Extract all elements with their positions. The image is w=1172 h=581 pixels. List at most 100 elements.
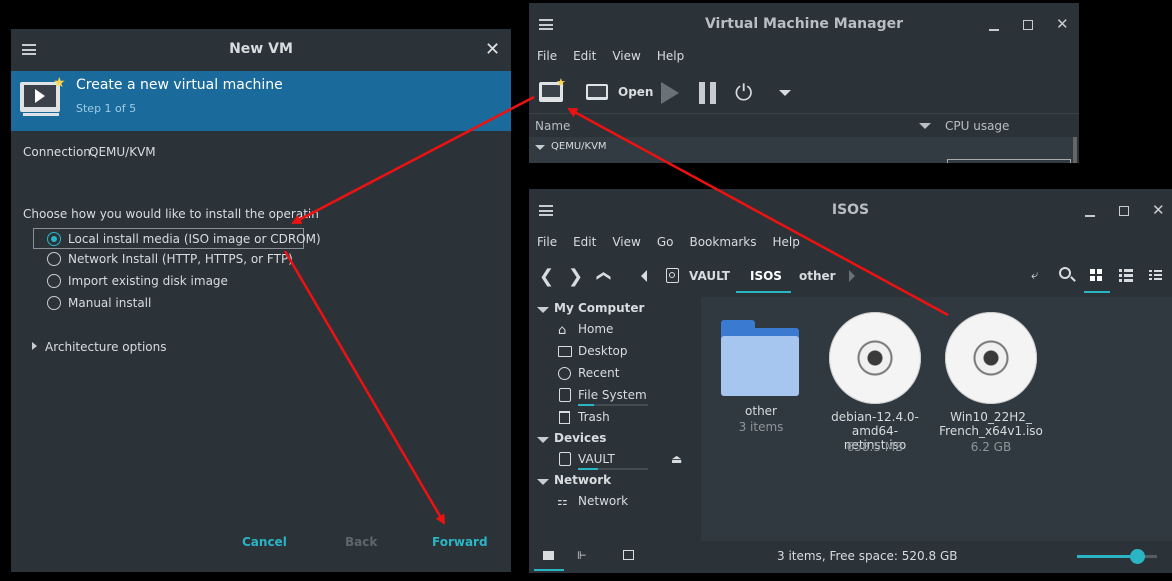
new-vm-title: New VM [229, 41, 293, 57]
col-name[interactable]: Name [535, 119, 570, 133]
file-item-debian[interactable]: debian-12.4.0- amd64-netinst.iso 658.5 M… [823, 312, 933, 454]
sidebar-item-home[interactable]: Home [578, 322, 613, 336]
home-icon: ⌂ [558, 323, 567, 338]
menu-icon[interactable] [539, 19, 553, 30]
pause-icon[interactable] [699, 82, 717, 104]
close-icon[interactable]: ✕ [485, 39, 500, 60]
zoom-slider-handle[interactable] [1130, 549, 1145, 564]
sidebar-item-file-system[interactable]: File System [578, 388, 647, 402]
search-icon[interactable] [1059, 267, 1076, 282]
compact-view-icon[interactable] [1149, 270, 1163, 281]
col-cpu[interactable]: CPU usage [945, 119, 1009, 133]
vm-monitor-icon: ★ [20, 75, 66, 112]
maximize-icon[interactable] [1119, 206, 1129, 216]
status-bar: ⊩ 3 items, Free space: 520.8 GB [529, 541, 1172, 573]
icon-view-icon[interactable] [1090, 269, 1103, 282]
file-sub: 3 items [738, 420, 784, 434]
new-vm-header: ★ Create a new virtual machine Step 1 of… [11, 71, 511, 131]
vm-group-row[interactable]: QEMU/KVM [529, 137, 1074, 163]
power-icon[interactable]: ⏻ [735, 81, 752, 106]
menu-edit[interactable]: Edit [565, 235, 604, 249]
forward-button[interactable]: Forward [432, 535, 488, 549]
forward-arrow-icon[interactable]: ❯ [568, 266, 583, 287]
file-sub: 6.2 GB [970, 440, 1012, 454]
connection-value: QEMU/KVM [89, 145, 156, 159]
vmm-titlebar: Virtual Machine Manager [529, 3, 1079, 45]
sidebar-item-trash[interactable]: Trash [578, 410, 610, 424]
drive-icon [666, 268, 679, 283]
sort-arrow-icon[interactable] [919, 123, 931, 129]
toggle-location-icon[interactable]: ⤶ [1031, 268, 1038, 283]
file-item-win10[interactable]: Win10_22H2_ French_x64v1.iso 6.2 GB [939, 312, 1049, 454]
menu-icon[interactable] [22, 44, 36, 55]
radio-manual[interactable] [47, 296, 61, 310]
arch-options[interactable]: Architecture options [45, 340, 166, 354]
eject-icon[interactable]: ⏏ [671, 452, 682, 466]
new-vm-toolbar-icon[interactable]: ★ [539, 76, 566, 102]
scrollbar[interactable] [1073, 137, 1077, 163]
up-arrow-icon[interactable]: ❯ [595, 270, 611, 282]
new-vm-window: New VM ✕ ★ Create a new virtual machine … [11, 29, 511, 572]
radio-local[interactable] [47, 232, 61, 246]
sidebar-item-vault[interactable]: VAULT [578, 452, 615, 466]
list-view-icon[interactable] [1119, 269, 1133, 282]
section-network[interactable]: Network [554, 473, 611, 487]
minimize-icon[interactable] [1085, 215, 1095, 217]
open-button[interactable]: Open [618, 85, 653, 99]
new-vm-titlebar: New VM [11, 29, 511, 69]
menu-view[interactable]: View [604, 235, 648, 249]
option-local-install[interactable]: Local install media (ISO image or CDROM) [33, 228, 321, 249]
radio-import-disk[interactable] [47, 274, 61, 288]
usage-bar [578, 404, 648, 406]
cancel-button[interactable]: Cancel [242, 535, 287, 549]
radio-network-install[interactable] [47, 252, 61, 266]
vm-list-header: Name CPU usage [529, 113, 1079, 137]
file-sub: 658.5 MB [846, 440, 904, 454]
sidebar-item-network[interactable]: Network [578, 494, 628, 508]
tree-icon[interactable]: ⊩ [577, 549, 587, 562]
back-arrow-icon[interactable]: ❮ [539, 266, 554, 287]
menu-file[interactable]: File [529, 235, 565, 249]
clock-icon [558, 367, 571, 380]
close-icon[interactable]: ✕ [1056, 15, 1069, 33]
sidebar-item-desktop[interactable]: Desktop [578, 344, 628, 358]
usage-bar [578, 468, 648, 470]
menu-bookmarks[interactable]: Bookmarks [681, 235, 764, 249]
menu-icon[interactable] [539, 205, 553, 216]
play-icon[interactable] [661, 82, 679, 104]
sidebar-toggle-icon[interactable] [623, 550, 634, 560]
menu-go[interactable]: Go [649, 235, 682, 249]
crumb-other[interactable]: other [799, 269, 836, 283]
section-my-computer[interactable]: My Computer [554, 301, 644, 315]
choose-label: Choose how you would like to install the… [23, 207, 318, 221]
expander-arrow-icon[interactable] [32, 342, 37, 350]
cpu-graph [947, 159, 1071, 163]
crumb-right-icon[interactable] [849, 270, 855, 282]
drive-icon [559, 452, 571, 466]
section-arrow-icon [537, 479, 549, 485]
places-folder-icon[interactable] [543, 551, 554, 560]
chevron-down-icon[interactable] [779, 90, 791, 96]
minimize-icon[interactable] [989, 29, 999, 31]
menu-file[interactable]: File [529, 49, 565, 63]
isos-titlebar: ISOS [529, 189, 1172, 231]
drive-icon [559, 388, 571, 402]
sidebar-item-recent[interactable]: Recent [578, 366, 619, 380]
crumb-vault[interactable]: VAULT [689, 269, 730, 283]
menu-edit[interactable]: Edit [565, 49, 604, 63]
crumb-isos[interactable]: ISOS [750, 269, 782, 283]
maximize-icon[interactable] [1023, 20, 1033, 30]
monitor-icon[interactable] [586, 84, 608, 100]
folder-icon [558, 346, 572, 357]
menu-help[interactable]: Help [765, 235, 808, 249]
crumb-left-icon[interactable] [641, 270, 647, 282]
zoom-slider[interactable] [1077, 549, 1157, 564]
back-button[interactable]: Back [345, 535, 377, 549]
close-icon[interactable]: ✕ [1152, 201, 1165, 219]
connection-label: Connection: [23, 145, 95, 159]
menu-help[interactable]: Help [649, 49, 692, 63]
sidebar: My Computer ⌂ Home Desktop Recent File S… [529, 297, 699, 541]
file-item-other[interactable]: other 3 items [711, 312, 811, 452]
section-devices[interactable]: Devices [554, 431, 606, 445]
menu-view[interactable]: View [604, 49, 648, 63]
